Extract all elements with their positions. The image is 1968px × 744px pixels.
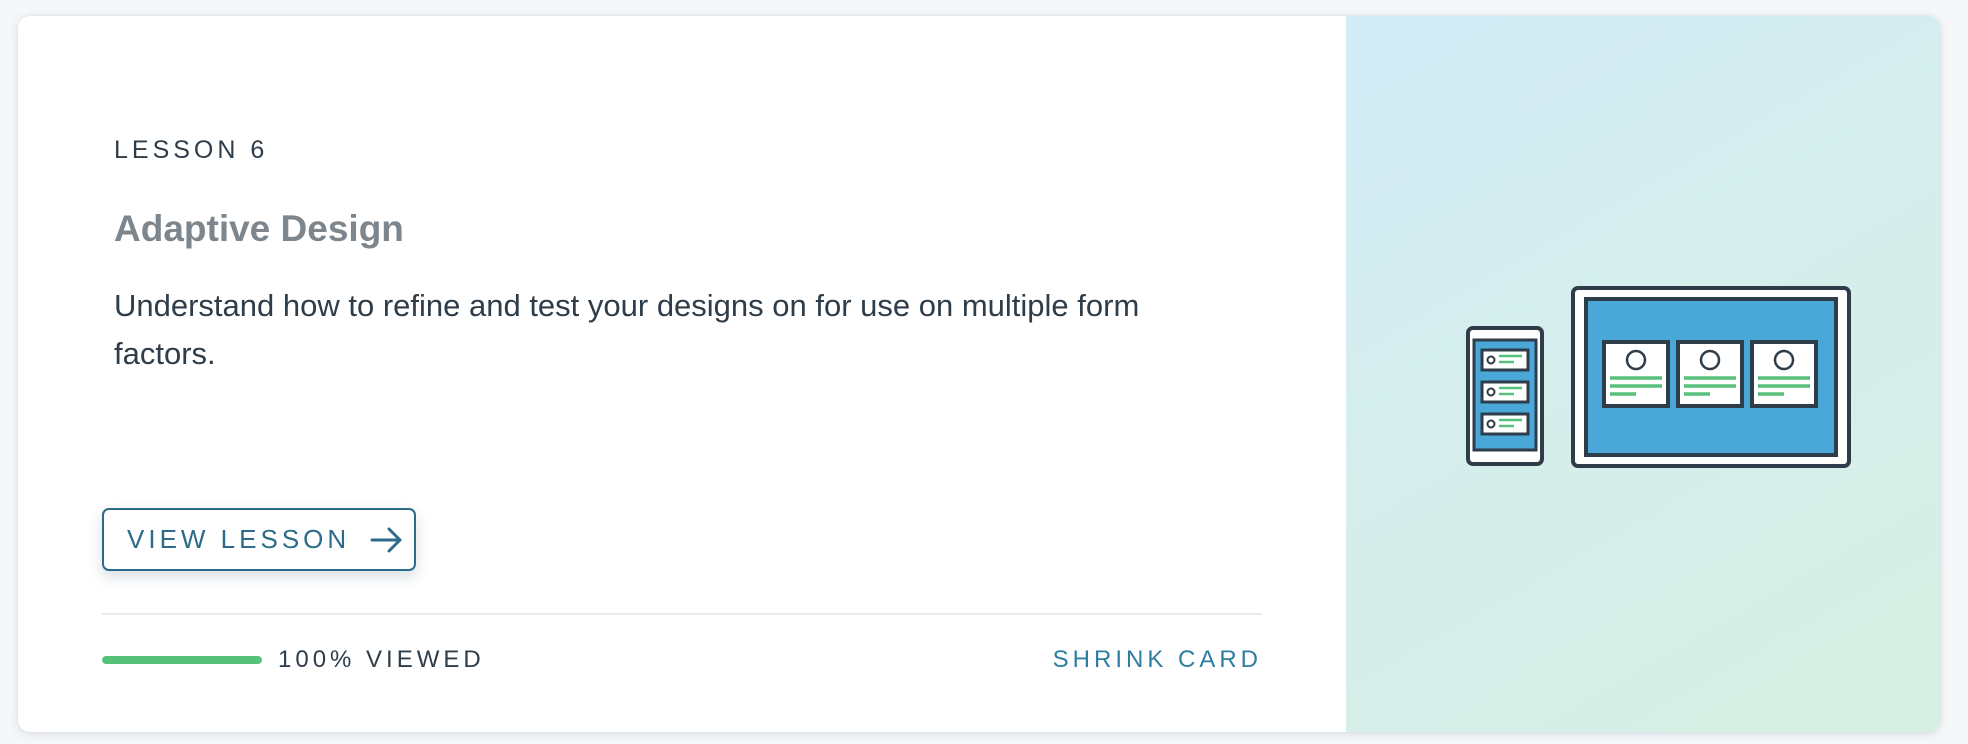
progress-bar-fill <box>102 656 262 664</box>
illustration-panel <box>1346 16 1940 732</box>
progress-label: 100% VIEWED <box>278 646 485 673</box>
tablet-card <box>1750 340 1818 408</box>
phone-list-item <box>1480 348 1530 372</box>
view-lesson-button[interactable]: VIEW LESSON <box>102 508 416 571</box>
progress-bar <box>102 656 262 664</box>
view-lesson-label: VIEW LESSON <box>127 524 351 554</box>
lesson-number-label: LESSON 6 <box>114 136 269 164</box>
tablet-card <box>1602 340 1670 408</box>
phone-icon <box>1466 326 1544 466</box>
card-divider <box>102 613 1262 615</box>
lesson-summary: Understand how to refine and test your d… <box>114 288 1140 371</box>
phone-list-item <box>1480 412 1530 436</box>
lesson-card: LESSON 6 Adaptive Design Understand how … <box>18 16 1940 732</box>
tablet-card <box>1676 340 1744 408</box>
adaptive-devices-illustration <box>1466 286 1851 468</box>
arrow-right-icon <box>370 526 404 554</box>
lesson-title: Adaptive Design <box>114 208 404 249</box>
lesson-card-content: LESSON 6 Adaptive Design Understand how … <box>18 16 1346 732</box>
phone-list-item <box>1480 380 1530 404</box>
shrink-card-link[interactable]: SHRINK CARD <box>1053 646 1262 674</box>
tablet-icon <box>1571 286 1851 468</box>
